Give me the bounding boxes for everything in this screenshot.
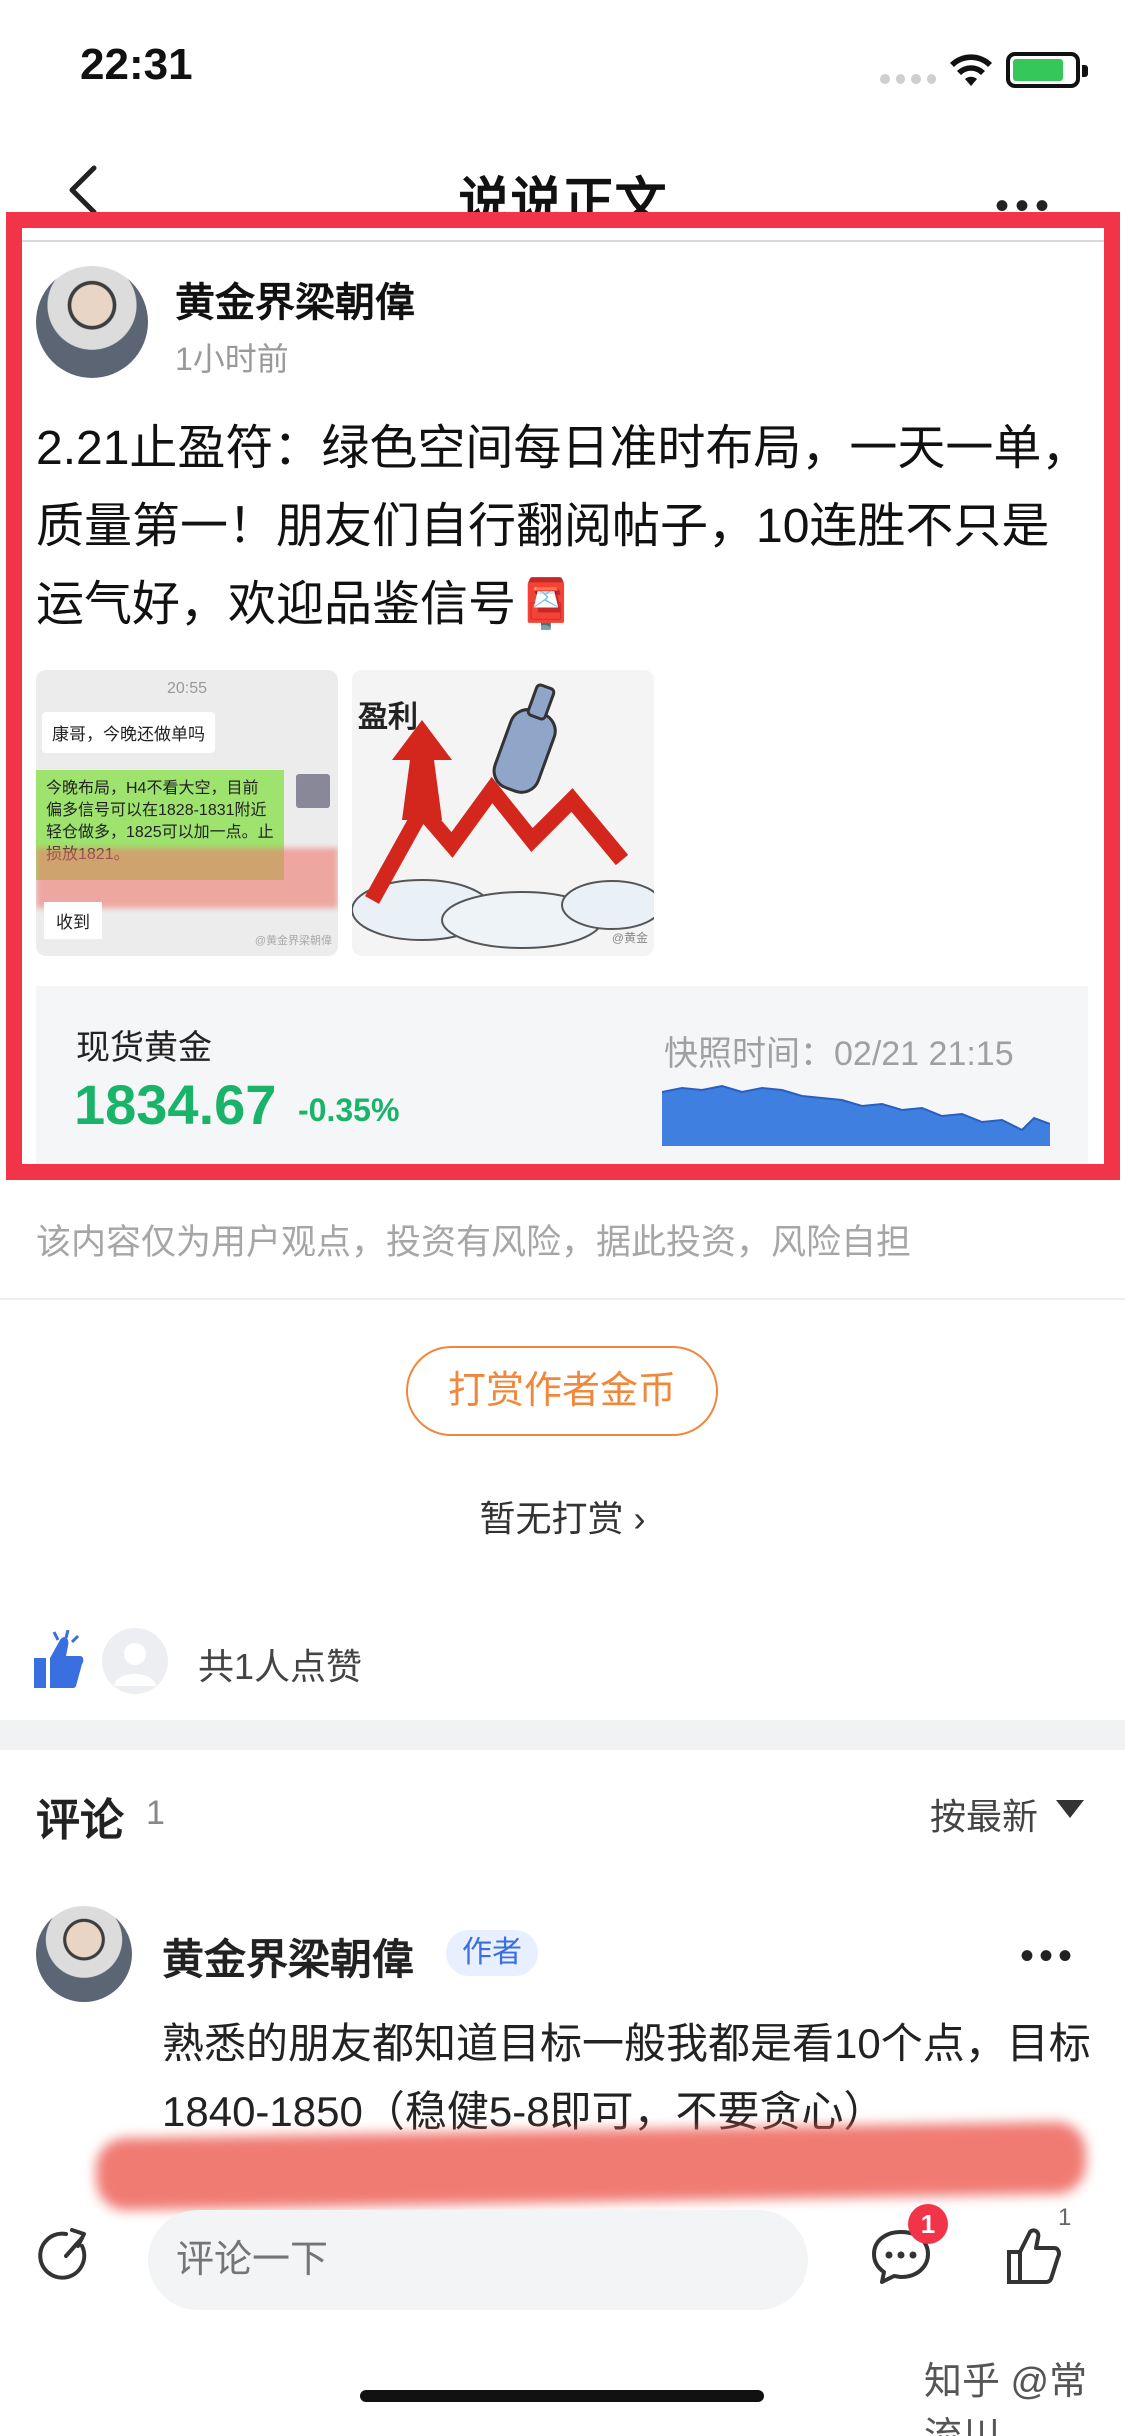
risk-disclaimer: 该内容仅为用户观点，投资有风险，据此投资，风险自担 — [36, 1223, 912, 1262]
like-count: 1 — [1058, 2204, 1072, 2231]
comment-input[interactable] — [148, 2210, 808, 2310]
like-count-text[interactable]: 共1人点赞 — [198, 1638, 362, 1690]
cellular-signal-icon — [880, 74, 936, 84]
comments-count: 1 — [146, 1794, 165, 1832]
comment-count-badge: 1 — [908, 2204, 948, 2244]
status-time: 22:31 — [80, 40, 193, 89]
comment-sort-dropdown[interactable]: 按最新 — [930, 1788, 1038, 1840]
watermark: 知乎 @常流川 — [924, 2361, 1088, 2436]
commenter-name[interactable]: 黄金界梁朝偉 — [162, 1926, 414, 1987]
comments-heading: 评论 — [36, 1796, 124, 1845]
liker-avatar[interactable] — [102, 1628, 168, 1694]
battery-icon — [1006, 52, 1088, 88]
share-icon[interactable] — [38, 2228, 94, 2284]
divider — [0, 1298, 1125, 1300]
section-separator — [0, 1720, 1125, 1750]
no-tips-link[interactable]: 暂无打赏 › — [0, 1490, 1125, 1542]
caret-down-icon[interactable] — [1056, 1800, 1084, 1818]
comment-more-icon[interactable]: ••• — [1020, 1934, 1077, 1979]
home-indicator[interactable] — [360, 2390, 764, 2402]
wifi-icon — [950, 54, 992, 86]
thumbs-up-icon[interactable] — [1006, 2226, 1062, 2286]
commenter-avatar[interactable] — [36, 1906, 132, 2002]
thumbs-up-filled-icon — [34, 1630, 84, 1688]
default-user-icon — [114, 1643, 156, 1686]
author-badge: 作者 — [446, 1930, 538, 1976]
highlight-frame — [6, 212, 1120, 1180]
tip-author-button[interactable]: 打赏作者金币 — [406, 1346, 718, 1436]
